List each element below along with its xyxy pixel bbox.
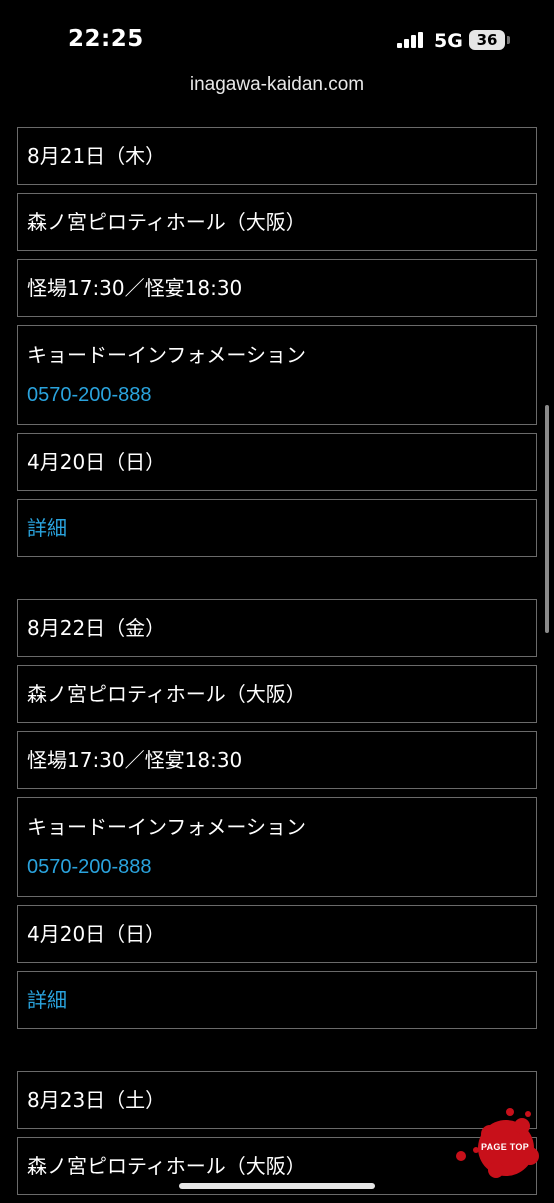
contact-name: キョードーインフォメーション <box>27 815 306 839</box>
event-detail: 詳細 <box>17 971 537 1029</box>
url-bar[interactable]: inagawa-kaidan.com <box>0 74 554 96</box>
status-time: 22:25 <box>68 26 144 52</box>
event-times: 怪場17:30／怪宴18:30 <box>17 731 537 789</box>
event-sale-date: 4月20日（日） <box>17 905 537 963</box>
page-top-label: PAGE TOP <box>480 1142 530 1152</box>
event-sale-date: 4月20日（日） <box>17 433 537 491</box>
status-bar: 22:25 5G 36 <box>0 0 554 70</box>
event-date: 8月21日（木） <box>17 127 537 185</box>
detail-link[interactable]: 詳細 <box>27 985 527 1015</box>
event-venue: 森ノ宮ピロティホール（大阪） <box>17 665 537 723</box>
event-contact: キョードーインフォメーション 0570-200-888 <box>17 797 537 897</box>
battery-tip <box>507 36 510 44</box>
contact-phone-link[interactable]: 0570-200-888 <box>27 380 527 410</box>
event-detail: 詳細 <box>17 499 537 557</box>
battery-icon: 36 <box>469 30 505 50</box>
event-times: 怪場17:30／怪宴18:30 <box>17 259 537 317</box>
detail-link[interactable]: 詳細 <box>27 513 527 543</box>
event-list: 8月21日（木） 森ノ宮ピロティホール（大阪） 怪場17:30／怪宴18:30 … <box>0 127 554 1203</box>
contact-name: キョードーインフォメーション <box>27 343 306 367</box>
event-group: 8月22日（金） 森ノ宮ピロティホール（大阪） 怪場17:30／怪宴18:30 … <box>17 599 537 1029</box>
event-group: 8月21日（木） 森ノ宮ピロティホール（大阪） 怪場17:30／怪宴18:30 … <box>17 127 537 557</box>
event-contact: キョードーインフォメーション 0570-200-888 <box>17 325 537 425</box>
scrollbar[interactable] <box>545 405 549 633</box>
home-indicator[interactable] <box>179 1183 375 1189</box>
contact-phone-link[interactable]: 0570-200-888 <box>27 852 527 882</box>
event-date: 8月22日（金） <box>17 599 537 657</box>
event-venue: 森ノ宮ピロティホール（大阪） <box>17 193 537 251</box>
network-type: 5G <box>434 30 463 52</box>
signal-strength-icon <box>397 32 423 48</box>
page-top-button[interactable]: PAGE TOP <box>452 1104 542 1180</box>
